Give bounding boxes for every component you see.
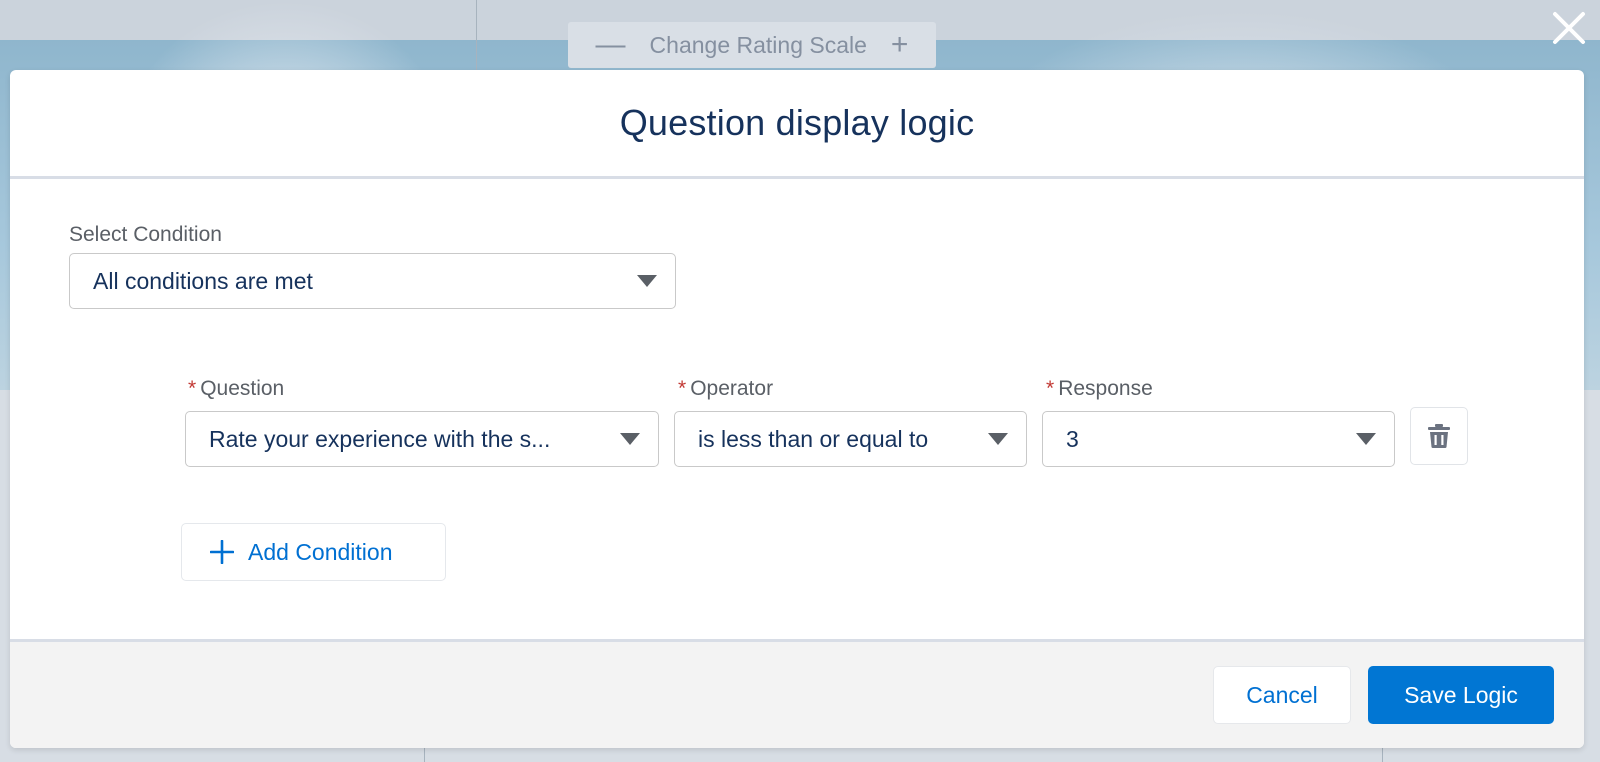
delete-condition-button[interactable] [1410, 407, 1468, 465]
add-condition-label: Add Condition [248, 538, 393, 565]
modal-header: Question display logic [10, 70, 1584, 179]
chevron-down-icon [1356, 433, 1376, 445]
operator-value: is less than or equal to [698, 425, 929, 452]
chevron-down-icon [637, 275, 657, 287]
modal-body: Select Condition All conditions are met … [10, 179, 1584, 639]
select-condition-value: All conditions are met [93, 267, 313, 294]
select-condition-dropdown[interactable]: All conditions are met [69, 253, 676, 309]
modal-title: Question display logic [619, 102, 975, 143]
required-indicator: * [678, 377, 687, 400]
response-label: * Response [1046, 377, 1153, 401]
change-rating-scale-label: Change Rating Scale [649, 31, 867, 58]
question-label: * Question [188, 377, 284, 401]
plus-icon: + [890, 28, 909, 61]
background-rating-toolbar: — Change Rating Scale + [568, 22, 936, 68]
required-indicator: * [1046, 377, 1055, 400]
response-label-text: Response [1058, 377, 1153, 400]
background-divider [476, 0, 477, 70]
question-label-text: Question [200, 377, 285, 400]
chevron-down-icon [988, 433, 1008, 445]
question-value: Rate your experience with the s... [209, 425, 551, 452]
cancel-button[interactable]: Cancel [1213, 666, 1351, 724]
minus-icon: — [595, 28, 626, 61]
screen: — Change Rating Scale + Question display… [0, 0, 1600, 762]
question-display-logic-modal: Question display logic Select Condition … [10, 70, 1584, 748]
plus-icon [210, 540, 234, 564]
response-dropdown[interactable]: 3 [1042, 411, 1395, 467]
operator-label-text: Operator [690, 377, 774, 400]
select-condition-label: Select Condition [69, 223, 222, 246]
modal-footer: Cancel Save Logic [10, 639, 1584, 748]
chevron-down-icon [620, 433, 640, 445]
response-value: 3 [1066, 425, 1079, 452]
save-logic-button[interactable]: Save Logic [1368, 666, 1554, 724]
operator-label: * Operator [678, 377, 773, 401]
add-condition-button[interactable]: Add Condition [181, 523, 446, 581]
operator-dropdown[interactable]: is less than or equal to [674, 411, 1027, 467]
required-indicator: * [188, 377, 197, 400]
question-dropdown[interactable]: Rate your experience with the s... [185, 411, 659, 467]
trash-icon [1428, 424, 1450, 448]
close-icon[interactable] [1545, 4, 1593, 52]
